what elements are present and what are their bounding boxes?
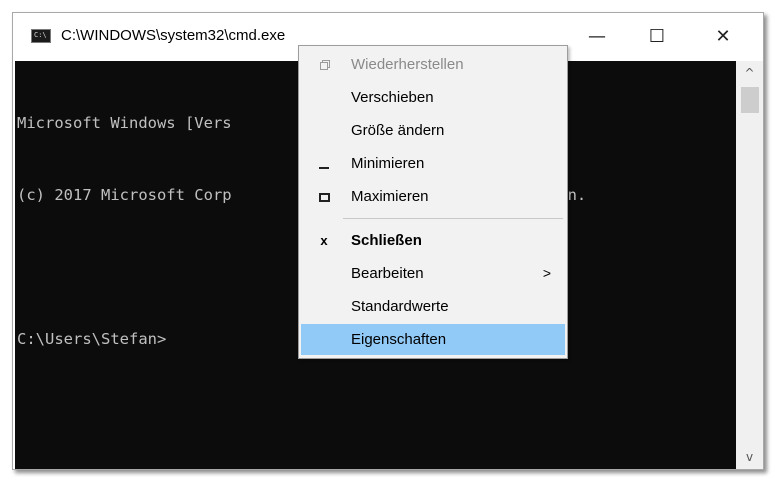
menu-item-defaults[interactable]: Standardwerte <box>301 291 565 322</box>
close-icon: x <box>320 233 328 248</box>
menu-separator <box>343 218 563 219</box>
scroll-up-arrow[interactable]: ^ <box>736 61 763 85</box>
cmd-app-icon[interactable]: C:\ <box>31 29 51 43</box>
menu-item-properties[interactable]: Eigenschaften <box>301 324 565 355</box>
system-context-menu: Wiederherstellen Verschieben Größe änder… <box>298 45 568 359</box>
menu-item-label: Schließen <box>351 232 422 249</box>
maximize-button[interactable]: ☐ <box>635 13 679 61</box>
menu-item-minimize[interactable]: Minimieren <box>301 148 565 179</box>
menu-item-restore[interactable]: Wiederherstellen <box>301 49 565 80</box>
menu-item-maximize[interactable]: Maximieren <box>301 181 565 212</box>
close-button[interactable]: ✕ <box>701 13 745 61</box>
menu-item-label: Verschieben <box>351 89 434 106</box>
maximize-icon <box>315 181 333 212</box>
menu-item-label: Eigenschaften <box>351 331 447 348</box>
scroll-thumb[interactable] <box>741 87 759 113</box>
menu-item-label: Minimieren <box>351 155 425 172</box>
menu-item-close[interactable]: x Schließen <box>301 225 565 256</box>
menu-item-label: Standardwerte <box>351 298 449 315</box>
menu-item-label: Maximieren <box>351 188 429 205</box>
menu-item-edit[interactable]: Bearbeiten > <box>301 258 565 289</box>
minimize-button[interactable]: — <box>575 13 619 61</box>
menu-item-move[interactable]: Verschieben <box>301 82 565 113</box>
minimize-icon <box>315 148 333 179</box>
submenu-arrow-icon: > <box>542 265 551 281</box>
scroll-down-arrow[interactable]: v <box>736 445 763 469</box>
menu-item-label: Bearbeiten <box>351 265 424 282</box>
vertical-scrollbar[interactable]: ^ v <box>736 61 763 469</box>
window-title: C:\WINDOWS\system32\cmd.exe <box>61 27 286 44</box>
menu-item-label: Größe ändern <box>351 122 445 139</box>
menu-item-size[interactable]: Größe ändern <box>301 115 565 146</box>
restore-icon <box>315 49 333 80</box>
menu-item-label: Wiederherstellen <box>351 56 464 73</box>
app-icon-glyph: C:\ <box>34 31 47 39</box>
